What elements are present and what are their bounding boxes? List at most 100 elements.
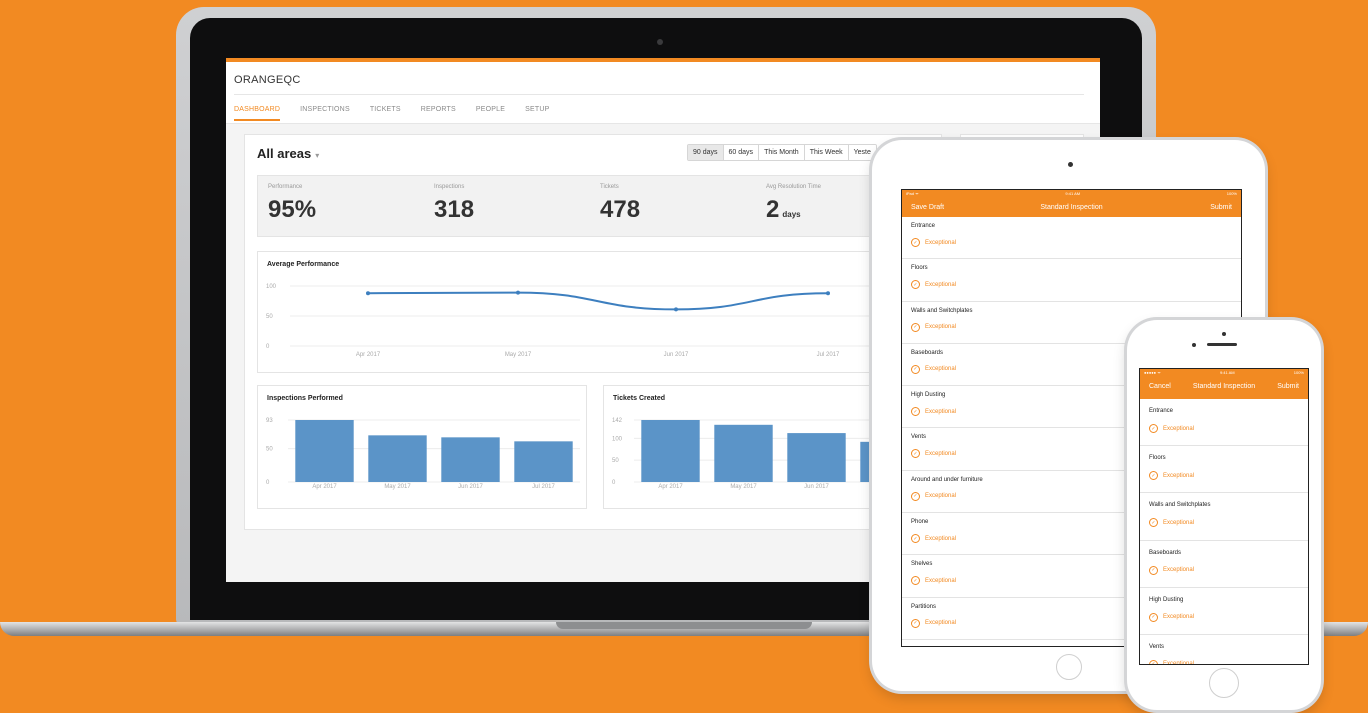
check-circle-icon: ✓ [1149, 659, 1158, 664]
submit-button[interactable]: Submit [1210, 204, 1232, 211]
status-carrier: iPad ᯤ [906, 191, 919, 196]
item-status[interactable]: ✓ Exceptional [1149, 518, 1299, 528]
y-tick-label: 100 [612, 436, 623, 442]
range-60-days[interactable]: 60 days [723, 145, 760, 160]
item-status[interactable]: ✓ Exceptional [1149, 424, 1299, 433]
status-bar: ●●●●● ᯤ 9:41 AM 100% [1140, 369, 1308, 379]
inspections-performed-card: Inspections Performed 0 50 93 Apr 2017 May 2… [257, 385, 587, 509]
item-status[interactable]: ✓ Exceptional [1149, 612, 1299, 622]
status-label: Exceptional [925, 535, 957, 542]
item-label: Vents [1149, 643, 1165, 650]
tab-dashboard[interactable]: DASHBOARD [234, 106, 281, 121]
check-circle-icon: ✓ [911, 449, 920, 459]
item-status[interactable]: ✓ Exceptional [911, 280, 1232, 290]
status-battery: 100% [1226, 191, 1237, 196]
list-item[interactable]: Floors ✓ Exceptional [902, 259, 1241, 302]
check-circle-icon: ✓ [911, 280, 920, 290]
stat-value: 318 [434, 196, 475, 223]
item-label: Entrance [911, 223, 936, 229]
range-this-week[interactable]: This Week [804, 145, 849, 160]
tab-inspections[interactable]: INSPECTIONS [300, 106, 350, 121]
stat-value: 2 days [766, 196, 821, 224]
status-label: Exceptional [925, 493, 957, 500]
list-item[interactable]: Walls and Switchplates ✓ Exceptional [1140, 493, 1308, 541]
check-circle-icon: ✓ [911, 491, 920, 501]
status-label: Exceptional [925, 239, 957, 246]
stat-tickets: Tickets 478 [600, 184, 640, 224]
data-point [366, 291, 370, 296]
check-circle-icon: ✓ [1149, 518, 1158, 528]
stat-label: Performance [268, 184, 303, 190]
header-divider [234, 94, 1084, 95]
y-tick-label: 50 [612, 458, 619, 464]
item-label: Floors [911, 265, 928, 272]
iphone-device: ●●●●● ᯤ 9:41 AM 100% Cancel Standard Ins… [1127, 320, 1321, 710]
bar [441, 437, 500, 482]
item-label: High Dusting [1149, 596, 1184, 603]
iphone-screen: ●●●●● ᯤ 9:41 AM 100% Cancel Standard Ins… [1139, 368, 1309, 665]
range-90-days[interactable]: 90 days [688, 145, 724, 160]
stat-value: 95% [268, 196, 317, 223]
x-tick-label: Apr 2017 [312, 484, 337, 490]
stat-label: Avg Resolution Time [766, 184, 821, 190]
check-circle-icon: ✓ [1149, 565, 1158, 575]
tab-setup[interactable]: SETUP [525, 106, 549, 121]
home-button[interactable] [1209, 668, 1239, 698]
status-label: Exceptional [925, 408, 957, 415]
performance-line-chart: 0 50 100 Apr 2017 May 2017 Jun 2017 Jul 2017 [266, 284, 923, 358]
iphone-speaker [1207, 343, 1237, 346]
range-this-month[interactable]: This Month [759, 145, 805, 160]
y-tick-label: 0 [266, 344, 270, 350]
status-label: Exceptional [925, 577, 957, 584]
iphone-sensor [1192, 343, 1196, 347]
bar [714, 424, 773, 482]
list-item[interactable]: Entrance ✓ Exceptional [1140, 399, 1308, 447]
status-bar: iPad ᯤ 9:41 AM 100% [902, 190, 1241, 200]
stat-label: Inspections [434, 184, 465, 190]
submit-button[interactable]: Submit [1277, 383, 1299, 390]
status-label: Exceptional [925, 281, 957, 288]
tab-reports[interactable]: REPORTS [421, 106, 456, 121]
bar [787, 433, 846, 482]
brand-logo[interactable]: ORANGEQC [234, 74, 301, 86]
status-label: Exceptional [925, 620, 957, 627]
check-circle-icon: ✓ [911, 407, 920, 417]
y-tick-label: 100 [266, 284, 277, 290]
iphone-camera [1222, 332, 1226, 336]
status-label: Exceptional [925, 366, 957, 373]
check-circle-icon: ✓ [911, 322, 920, 332]
status-label: Exceptional [1163, 614, 1195, 621]
x-tick-label: Jun 2017 [804, 484, 829, 490]
stat-label: Tickets [600, 184, 619, 190]
tab-people[interactable]: PEOPLE [476, 106, 505, 121]
range-yesterday[interactable]: Yeste [848, 145, 876, 160]
item-status[interactable]: ✓ Exceptional [1149, 565, 1299, 575]
stat-value: 478 [600, 196, 641, 223]
item-status[interactable]: ✓ Exceptional [1149, 471, 1299, 481]
data-point [516, 290, 520, 295]
item-status[interactable]: ✓ Exceptional [1149, 659, 1299, 664]
ipad-camera [1068, 162, 1073, 167]
list-item[interactable]: Vents ✓ Exceptional [1140, 635, 1308, 664]
status-time: 9:41 AM [1065, 191, 1081, 196]
status-battery: 100% [1293, 370, 1304, 375]
x-tick-label: Jun 2017 [458, 484, 483, 490]
app-header: ORANGEQC DASHBOARD INSPECTIONS TICKETS R… [226, 62, 1100, 124]
home-button[interactable] [1056, 654, 1082, 680]
x-tick-label: Apr 2017 [356, 352, 381, 358]
date-range-group: 90 days 60 days This Month This Week Yes… [687, 144, 877, 161]
area-selector[interactable]: All areas ▾ [257, 146, 319, 161]
list-item[interactable]: Baseboards ✓ Exceptional [1140, 541, 1308, 588]
bar [295, 420, 354, 482]
item-status[interactable]: ✓ Exceptional [911, 238, 1232, 247]
chevron-down-icon[interactable]: ▾ [315, 151, 319, 160]
nav-title: Standard Inspection [1040, 204, 1103, 211]
check-circle-icon: ✓ [1149, 471, 1158, 481]
list-item[interactable]: Entrance ✓ Exceptional [902, 217, 1241, 260]
list-item[interactable]: Floors ✓ Exceptional [1140, 446, 1308, 494]
y-tick-label: 142 [612, 418, 623, 424]
tab-tickets[interactable]: TICKETS [370, 106, 401, 121]
x-tick-label: Jul 2017 [532, 484, 555, 490]
list-item[interactable]: High Dusting ✓ Exceptional [1140, 588, 1308, 635]
inspection-list: Entrance ✓ Exceptional Floors ✓ Exceptional Wa… [1140, 399, 1308, 664]
